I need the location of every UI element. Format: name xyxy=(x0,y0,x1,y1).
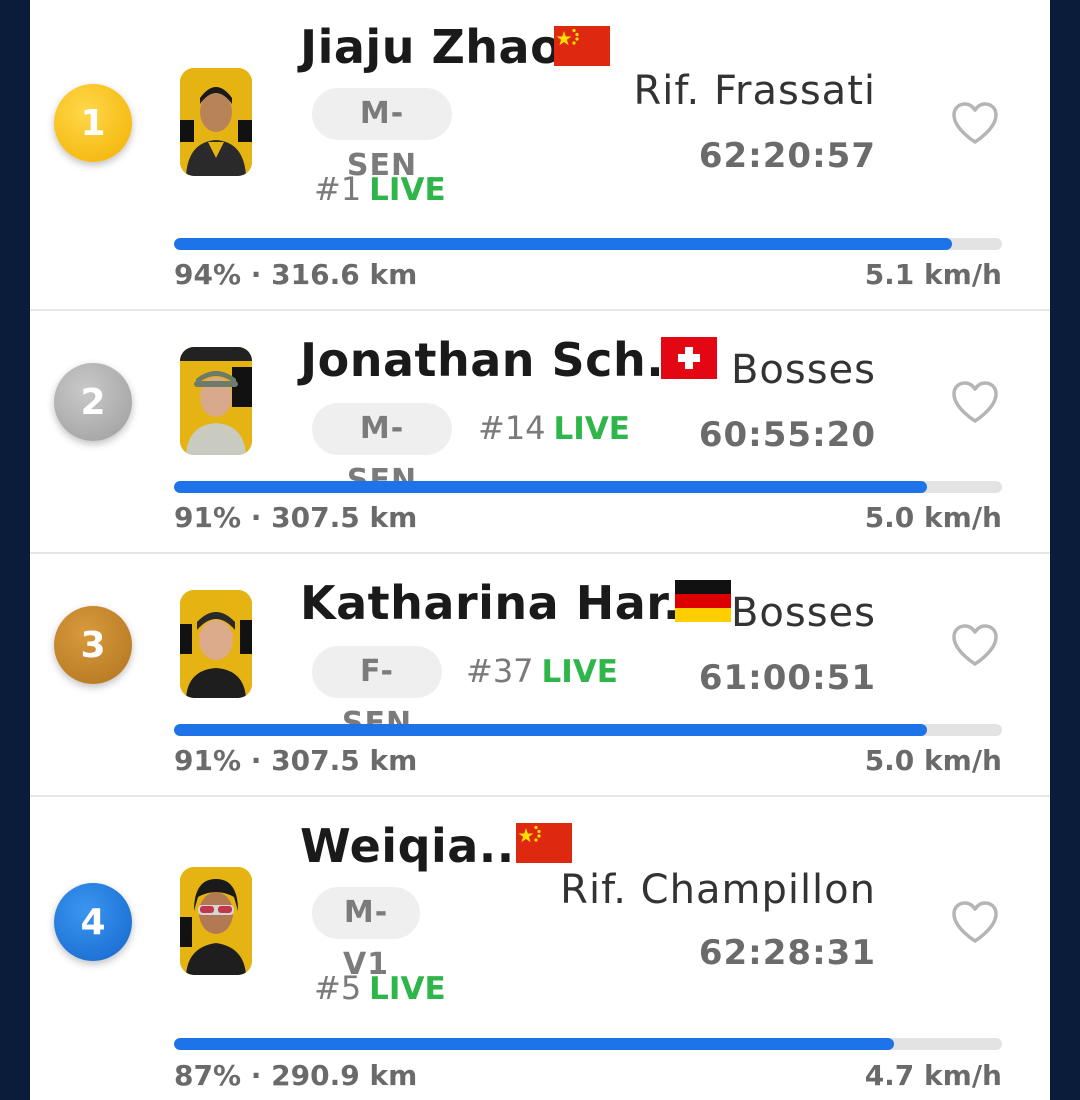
china-flag-icon xyxy=(554,26,610,66)
checkpoint-location: Bosses xyxy=(730,347,876,393)
pace-speed: 5.0 km/h xyxy=(864,501,1002,534)
avatar[interactable] xyxy=(180,867,252,975)
pace-speed: 4.7 km/h xyxy=(864,1059,1002,1092)
race-time: 60:55:20 xyxy=(698,415,876,455)
rank-number: 2 xyxy=(80,381,106,423)
progress-distance: 94% · 316.6 km xyxy=(174,258,418,291)
favorite-heart-icon[interactable] xyxy=(950,899,1000,945)
progress-bar xyxy=(174,481,1002,493)
live-status: LIVE xyxy=(553,411,630,447)
bib-status: #37 LIVE xyxy=(466,652,618,690)
avatar[interactable] xyxy=(180,347,252,455)
bib-number: #37 xyxy=(466,652,534,690)
favorite-heart-icon[interactable] xyxy=(950,379,1000,425)
china-flag-icon xyxy=(516,823,572,863)
bib-number: #1 xyxy=(314,170,362,208)
runner-name[interactable]: Jiaju Zhao xyxy=(300,20,562,74)
rank-badge-blue: 4 xyxy=(54,883,132,961)
live-status: LIVE xyxy=(541,654,618,690)
favorite-heart-icon[interactable] xyxy=(950,622,1000,668)
avatar[interactable] xyxy=(180,68,252,176)
race-time: 62:28:31 xyxy=(698,933,876,973)
switzerland-flag-icon xyxy=(661,337,717,379)
runner-name[interactable]: Weiqia... xyxy=(300,819,533,873)
live-status: LIVE xyxy=(369,971,446,1007)
progress-distance: 91% · 307.5 km xyxy=(174,744,418,777)
race-time: 61:00:51 xyxy=(698,658,876,698)
progress-fill xyxy=(174,481,928,493)
pace-speed: 5.0 km/h xyxy=(864,744,1002,777)
bib-number: #5 xyxy=(314,969,362,1007)
bib-status: #1 LIVE xyxy=(314,170,446,208)
rank-badge-bronze: 3 xyxy=(54,606,132,684)
runner-card[interactable]: 3 Katharina Har... Bosses F-SEN #37LIVE … xyxy=(30,554,1050,797)
runner-card[interactable]: 2 Jonathan Sch... Bosses M-SEN #14LIVE 6… xyxy=(30,311,1050,554)
bib-number: #14 xyxy=(478,409,546,447)
progress-bar xyxy=(174,1038,1002,1050)
runner-name[interactable]: Jonathan Sch... xyxy=(300,333,700,387)
runner-card[interactable]: 4 Weiqia... Rif. Champillon M-V1 62:28:3… xyxy=(30,797,1050,1100)
progress-bar xyxy=(174,238,1002,250)
avatar[interactable] xyxy=(180,590,252,698)
progress-fill xyxy=(174,1038,895,1050)
progress-fill xyxy=(174,238,953,250)
runner-name[interactable]: Katharina Har... xyxy=(300,576,717,630)
rank-badge-gold: 1 xyxy=(54,84,132,162)
category-badge: M-V1 xyxy=(312,887,420,982)
progress-bar xyxy=(174,724,1002,736)
rank-number: 3 xyxy=(80,624,106,666)
bib-status: #5 LIVE xyxy=(314,969,446,1007)
favorite-heart-icon[interactable] xyxy=(950,100,1000,146)
progress-fill xyxy=(174,724,928,736)
category-badge: F-SEN xyxy=(312,646,442,741)
live-status: LIVE xyxy=(369,172,446,208)
runner-card[interactable]: 1 Jiaju Zhao Rif. Frassati M-SEN 62:20:5… xyxy=(30,0,1050,311)
checkpoint-location: Rif. Champillon xyxy=(560,867,876,913)
category-badge: M-SEN xyxy=(312,88,452,183)
race-time: 62:20:57 xyxy=(698,136,876,176)
category-badge: M-SEN xyxy=(312,403,452,498)
checkpoint-location: Bosses xyxy=(730,590,876,636)
progress-distance: 91% · 307.5 km xyxy=(174,501,418,534)
bib-status: #14 LIVE xyxy=(478,409,630,447)
progress-distance: 87% · 290.9 km xyxy=(174,1059,418,1092)
checkpoint-location: Rif. Frassati xyxy=(633,68,876,114)
rank-badge-silver: 2 xyxy=(54,363,132,441)
rank-number: 1 xyxy=(80,102,106,144)
rank-number: 4 xyxy=(80,901,106,943)
germany-flag-icon xyxy=(675,580,731,622)
runner-list: 1 Jiaju Zhao Rif. Frassati M-SEN 62:20:5… xyxy=(30,0,1050,1100)
pace-speed: 5.1 km/h xyxy=(864,258,1002,291)
